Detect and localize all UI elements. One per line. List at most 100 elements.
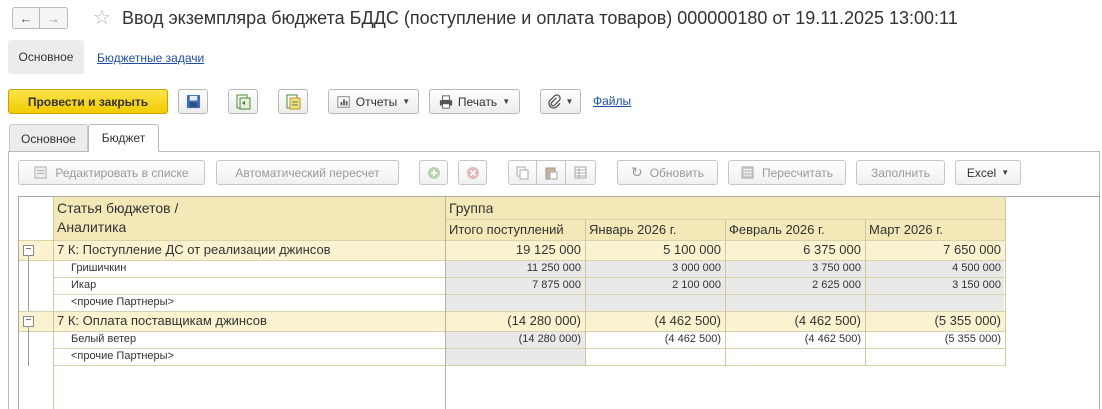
row-line <box>53 277 1005 278</box>
forward-button[interactable]: → <box>40 7 68 29</box>
edit-in-list-label: Редактировать в списке <box>55 165 189 180</box>
cell-total[interactable]: 7 875 000 <box>445 279 585 291</box>
cell-feb[interactable]: (4 462 500) <box>725 333 865 345</box>
post-and-close-button[interactable]: Провести и закрыть <box>8 89 168 114</box>
edit-list-icon <box>34 166 47 179</box>
cell-jan[interactable]: (4 462 500) <box>585 333 725 345</box>
post-button[interactable] <box>228 89 258 114</box>
col-feb-header[interactable]: Февраль 2026 г. <box>729 222 863 237</box>
table-icon <box>574 166 587 179</box>
budget-grid[interactable]: Статья бюджетов / Аналитика Группа Итого… <box>18 196 1100 409</box>
header-item-line2: Аналитика <box>57 219 127 235</box>
row-line <box>19 311 1005 312</box>
document-structure-button[interactable] <box>278 89 308 114</box>
delete-circle-icon <box>466 166 479 179</box>
arrow-right-icon: → <box>47 10 60 26</box>
chevron-down-icon: ▼ <box>402 97 411 106</box>
row-label: Икар <box>71 279 97 291</box>
row-label: 7 К: Оплата поставщикам джинсов <box>57 313 267 328</box>
row-line <box>19 260 1005 261</box>
excel-dropdown[interactable]: Excel ▼ <box>955 160 1021 185</box>
col-line <box>445 197 446 409</box>
cell-mar[interactable]: 4 500 000 <box>865 262 1005 274</box>
delete-row-button[interactable] <box>458 160 487 185</box>
cell-jan[interactable]: 5 100 000 <box>585 242 725 257</box>
cell-total[interactable]: 11 250 000 <box>445 262 585 274</box>
printer-icon <box>439 94 452 109</box>
col-jan-header[interactable]: Январь 2026 г. <box>589 222 723 237</box>
arrow-left-icon: ← <box>19 10 33 26</box>
row-label: <прочие Партнеры> <box>71 350 175 362</box>
cell-total[interactable]: (14 280 000) <box>445 333 585 345</box>
cell-mar[interactable]: 7 650 000 <box>865 242 1005 257</box>
col-line <box>53 197 54 409</box>
row-label: Гришичкин <box>71 262 127 274</box>
col-line <box>865 219 866 366</box>
row-line <box>19 331 1005 332</box>
tree-line <box>28 326 29 366</box>
row-label: 7 К: Поступление ДС от реализации джинсо… <box>57 242 331 257</box>
reports-dropdown[interactable]: Отчеты ▼ <box>328 89 419 114</box>
paste-icon <box>545 167 557 179</box>
cell-feb[interactable]: 2 625 000 <box>725 279 865 291</box>
print-label: Печать <box>457 94 498 109</box>
post-document-icon <box>236 94 251 109</box>
cell-mar[interactable]: 3 150 000 <box>865 279 1005 291</box>
paperclip-icon <box>547 94 561 109</box>
cell-jan[interactable]: (4 462 500) <box>585 313 725 328</box>
tree-line <box>28 255 29 311</box>
plus-circle-icon <box>427 166 440 179</box>
cell-jan[interactable]: 2 100 000 <box>585 279 725 291</box>
reports-label: Отчеты <box>355 94 398 109</box>
cell-feb[interactable]: 3 750 000 <box>725 262 865 274</box>
refresh-label: Обновить <box>649 165 705 180</box>
row-label: <прочие Партнеры> <box>71 296 175 308</box>
favorite-star-icon[interactable]: ☆ <box>93 5 111 30</box>
refresh-button[interactable]: ↻ Обновить <box>617 160 718 185</box>
fill-button[interactable]: Заполнить <box>856 160 945 185</box>
row-line <box>53 365 1005 366</box>
cell-feb[interactable]: 6 375 000 <box>725 242 865 257</box>
tab-main[interactable]: Основное <box>9 124 88 152</box>
chevron-down-icon: ▼ <box>565 97 574 106</box>
tab-budget[interactable]: Бюджет <box>88 124 159 152</box>
header-item-line1: Статья бюджетов / <box>57 200 179 216</box>
print-dropdown[interactable]: Печать ▼ <box>429 89 520 114</box>
chevron-down-icon: ▼ <box>1001 168 1010 177</box>
recalc-button[interactable]: Пересчитать <box>728 160 846 185</box>
cell-jan[interactable]: 3 000 000 <box>585 262 725 274</box>
back-button[interactable]: ← <box>12 7 40 29</box>
cell-mar[interactable]: (5 355 000) <box>865 313 1005 328</box>
copy-button[interactable] <box>508 160 537 185</box>
auto-recalc-button[interactable]: Автоматический пересчет <box>216 160 399 185</box>
files-link[interactable]: Файлы <box>593 94 631 108</box>
cell-total[interactable]: 19 125 000 <box>445 242 585 257</box>
add-row-button[interactable] <box>419 160 448 185</box>
section-budget-tasks-link[interactable]: Бюджетные задачи <box>97 51 204 65</box>
row-line <box>53 348 1005 349</box>
cell-feb[interactable]: (4 462 500) <box>725 313 865 328</box>
cell-mar[interactable]: (5 355 000) <box>865 333 1005 345</box>
paste-button[interactable] <box>537 160 566 185</box>
attachments-dropdown[interactable]: ▼ <box>540 89 581 114</box>
recalc-label: Пересчитать <box>762 165 833 180</box>
cell-total[interactable]: (14 280 000) <box>445 313 585 328</box>
total-bg <box>446 295 585 312</box>
save-button[interactable] <box>178 89 208 114</box>
window-title: Ввод экземпляра бюджета БДДС (поступлени… <box>122 8 958 28</box>
edit-in-list-button[interactable]: Редактировать в списке <box>18 160 205 185</box>
table-settings-button[interactable] <box>566 160 596 185</box>
col-total-header[interactable]: Итого поступлений <box>449 222 583 237</box>
document-structure-icon <box>286 94 301 109</box>
row-line <box>53 294 1005 295</box>
total-bg <box>446 349 585 366</box>
floppy-disk-icon <box>186 94 200 109</box>
col-line <box>725 219 726 366</box>
refresh-icon: ↻ <box>630 164 643 180</box>
section-main[interactable]: Основное <box>8 40 84 74</box>
copy-icon <box>516 166 529 179</box>
months-bg <box>586 295 1004 312</box>
col-mar-header[interactable]: Март 2026 г. <box>869 222 1003 237</box>
report-icon <box>337 95 350 108</box>
chevron-down-icon: ▼ <box>502 97 511 106</box>
